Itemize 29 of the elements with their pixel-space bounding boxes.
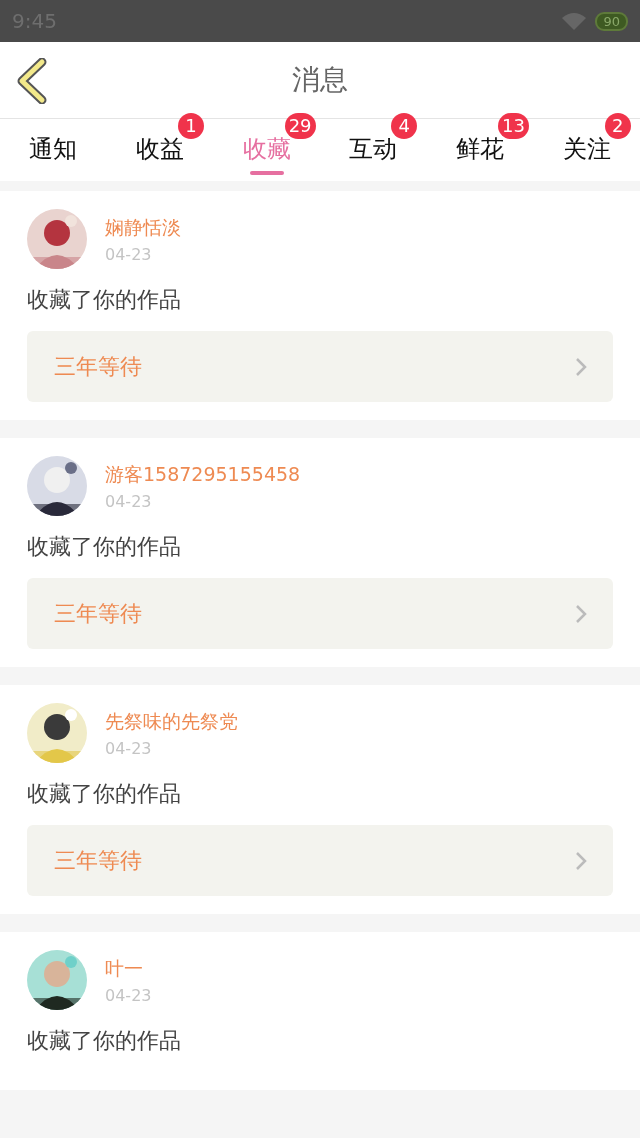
message-text: 收藏了你的作品 (27, 780, 182, 808)
message-text: 收藏了你的作品 (27, 533, 182, 561)
chevron-right-icon (575, 356, 587, 377)
message-text: 收藏了你的作品 (27, 1027, 182, 1055)
chevron-right-icon (575, 850, 587, 871)
count-badge: 2 (604, 113, 631, 139)
user-name[interactable]: 叶一 (105, 955, 152, 982)
message-date: 04-23 (105, 244, 153, 264)
battery-level: 90 (595, 11, 628, 31)
chevron-right-icon (575, 603, 587, 624)
wifi-icon (561, 11, 588, 31)
tab[interactable]: 通知 (29, 133, 78, 165)
count-badge: 29 (284, 113, 316, 139)
user-name[interactable]: 先祭味的先祭党 (105, 708, 238, 735)
work-link[interactable]: 三年等待 (27, 578, 613, 649)
work-link[interactable]: 三年等待 (27, 331, 613, 402)
user-name[interactable]: 娴静恬淡 (105, 214, 181, 241)
user-name[interactable]: 游客1587295155458 (105, 461, 301, 488)
message-date: 04-23 (105, 738, 153, 758)
work-link[interactable]: 三年等待 (27, 825, 613, 896)
page-title: 消息 (292, 62, 348, 98)
count-badge: 13 (498, 113, 529, 139)
message-date: 04-23 (105, 985, 152, 1005)
count-badge: 4 (391, 113, 418, 139)
count-badge: 1 (178, 113, 204, 139)
back-icon[interactable] (16, 58, 48, 104)
message-text: 收藏了你的作品 (27, 286, 182, 314)
tab-underline (249, 171, 284, 175)
message-date: 04-23 (105, 491, 153, 511)
